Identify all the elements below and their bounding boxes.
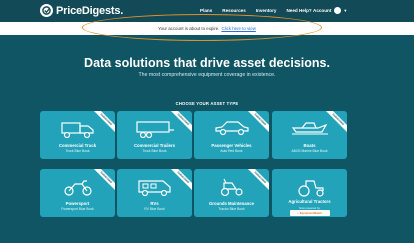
card-rvs[interactable]: Subscribed RVs RV Blue Book	[117, 169, 192, 217]
card-title: Agricultural Tractors	[288, 199, 331, 204]
subscribed-ribbon: Subscribed	[244, 169, 269, 193]
card-title: Commercial Truck	[58, 143, 97, 148]
alert-highlight-oval	[82, 14, 322, 41]
nav-resources[interactable]: Resources	[222, 8, 246, 13]
logo[interactable]: PriceDigests.	[40, 4, 123, 17]
nav-inventory[interactable]: Inventory	[256, 8, 277, 13]
equipmentwatch-name: EquipmentWatch	[299, 211, 322, 215]
nav-plans[interactable]: Plans	[200, 8, 212, 13]
card-commercial-trailers[interactable]: Subscribed Commercial Trailers Truck Blu…	[117, 111, 192, 159]
hero-title: Data solutions that drive asset decision…	[84, 56, 330, 70]
card-title: Grounds Maintenance	[208, 201, 255, 206]
card-title: Commercial Trailers	[133, 143, 176, 148]
card-title: Passenger Vehicles	[211, 143, 252, 148]
boat-icon	[290, 119, 330, 142]
equipmentwatch-logo-icon: ◐	[297, 211, 299, 215]
account-menu[interactable]: Account ▼	[313, 7, 347, 14]
card-agricultural-tractors[interactable]: Agricultural Tractors Now powered by ◐ E…	[272, 169, 347, 217]
card-subtitle: Auto Red Book	[220, 149, 243, 153]
card-title: Powersport	[65, 201, 90, 206]
card-subtitle: Truck Blue Book	[142, 149, 167, 153]
section-label: CHOOSE YOUR ASSET TYPE	[175, 101, 239, 106]
card-commercial-truck[interactable]: Subscribed Commercial Truck Truck Blue B…	[40, 111, 115, 159]
logo-mark-icon	[40, 4, 53, 17]
hero-subtitle: The most comprehensive equipment coverag…	[138, 72, 276, 78]
card-subtitle: Tractor Blue Book	[218, 207, 245, 211]
subscribed-ribbon: Subscribed	[90, 169, 115, 193]
card-subtitle: Powersport Blue Book	[61, 207, 94, 211]
card-title: Boats	[303, 143, 316, 148]
car-icon	[214, 119, 250, 142]
motorcycle-icon	[62, 177, 94, 202]
user-icon	[334, 7, 342, 14]
card-passenger-vehicles[interactable]: Subscribed Passenger Vehicles Auto Red B…	[194, 111, 269, 159]
card-subtitle: Truck Blue Book	[65, 149, 90, 153]
account-label: Account	[313, 8, 332, 13]
mower-icon	[216, 177, 248, 202]
nav-links: Plans Resources Inventory Need Help?	[200, 8, 322, 13]
card-grounds-maintenance[interactable]: Subscribed Grounds Maintenance Tractor B…	[194, 169, 269, 217]
trailer-icon	[135, 119, 175, 144]
logo-text: PriceDigests.	[56, 4, 124, 17]
equipmentwatch-badge: ◐ EquipmentWatch	[289, 210, 330, 216]
truck-icon	[60, 119, 95, 144]
card-powersport[interactable]: Subscribed Powersport Powersport Blue Bo…	[40, 169, 115, 217]
card-boats[interactable]: Subscribed Boats ABOS Marine Blue Book	[272, 111, 347, 159]
rv-icon	[137, 177, 173, 202]
card-title: RVs	[150, 201, 159, 206]
card-subtitle: ABOS Marine Blue Book	[291, 149, 328, 153]
chevron-down-icon: ▼	[343, 8, 348, 13]
card-subtitle: RV Blue Book	[144, 207, 165, 211]
nav-need-help[interactable]: Need Help?	[286, 8, 311, 13]
